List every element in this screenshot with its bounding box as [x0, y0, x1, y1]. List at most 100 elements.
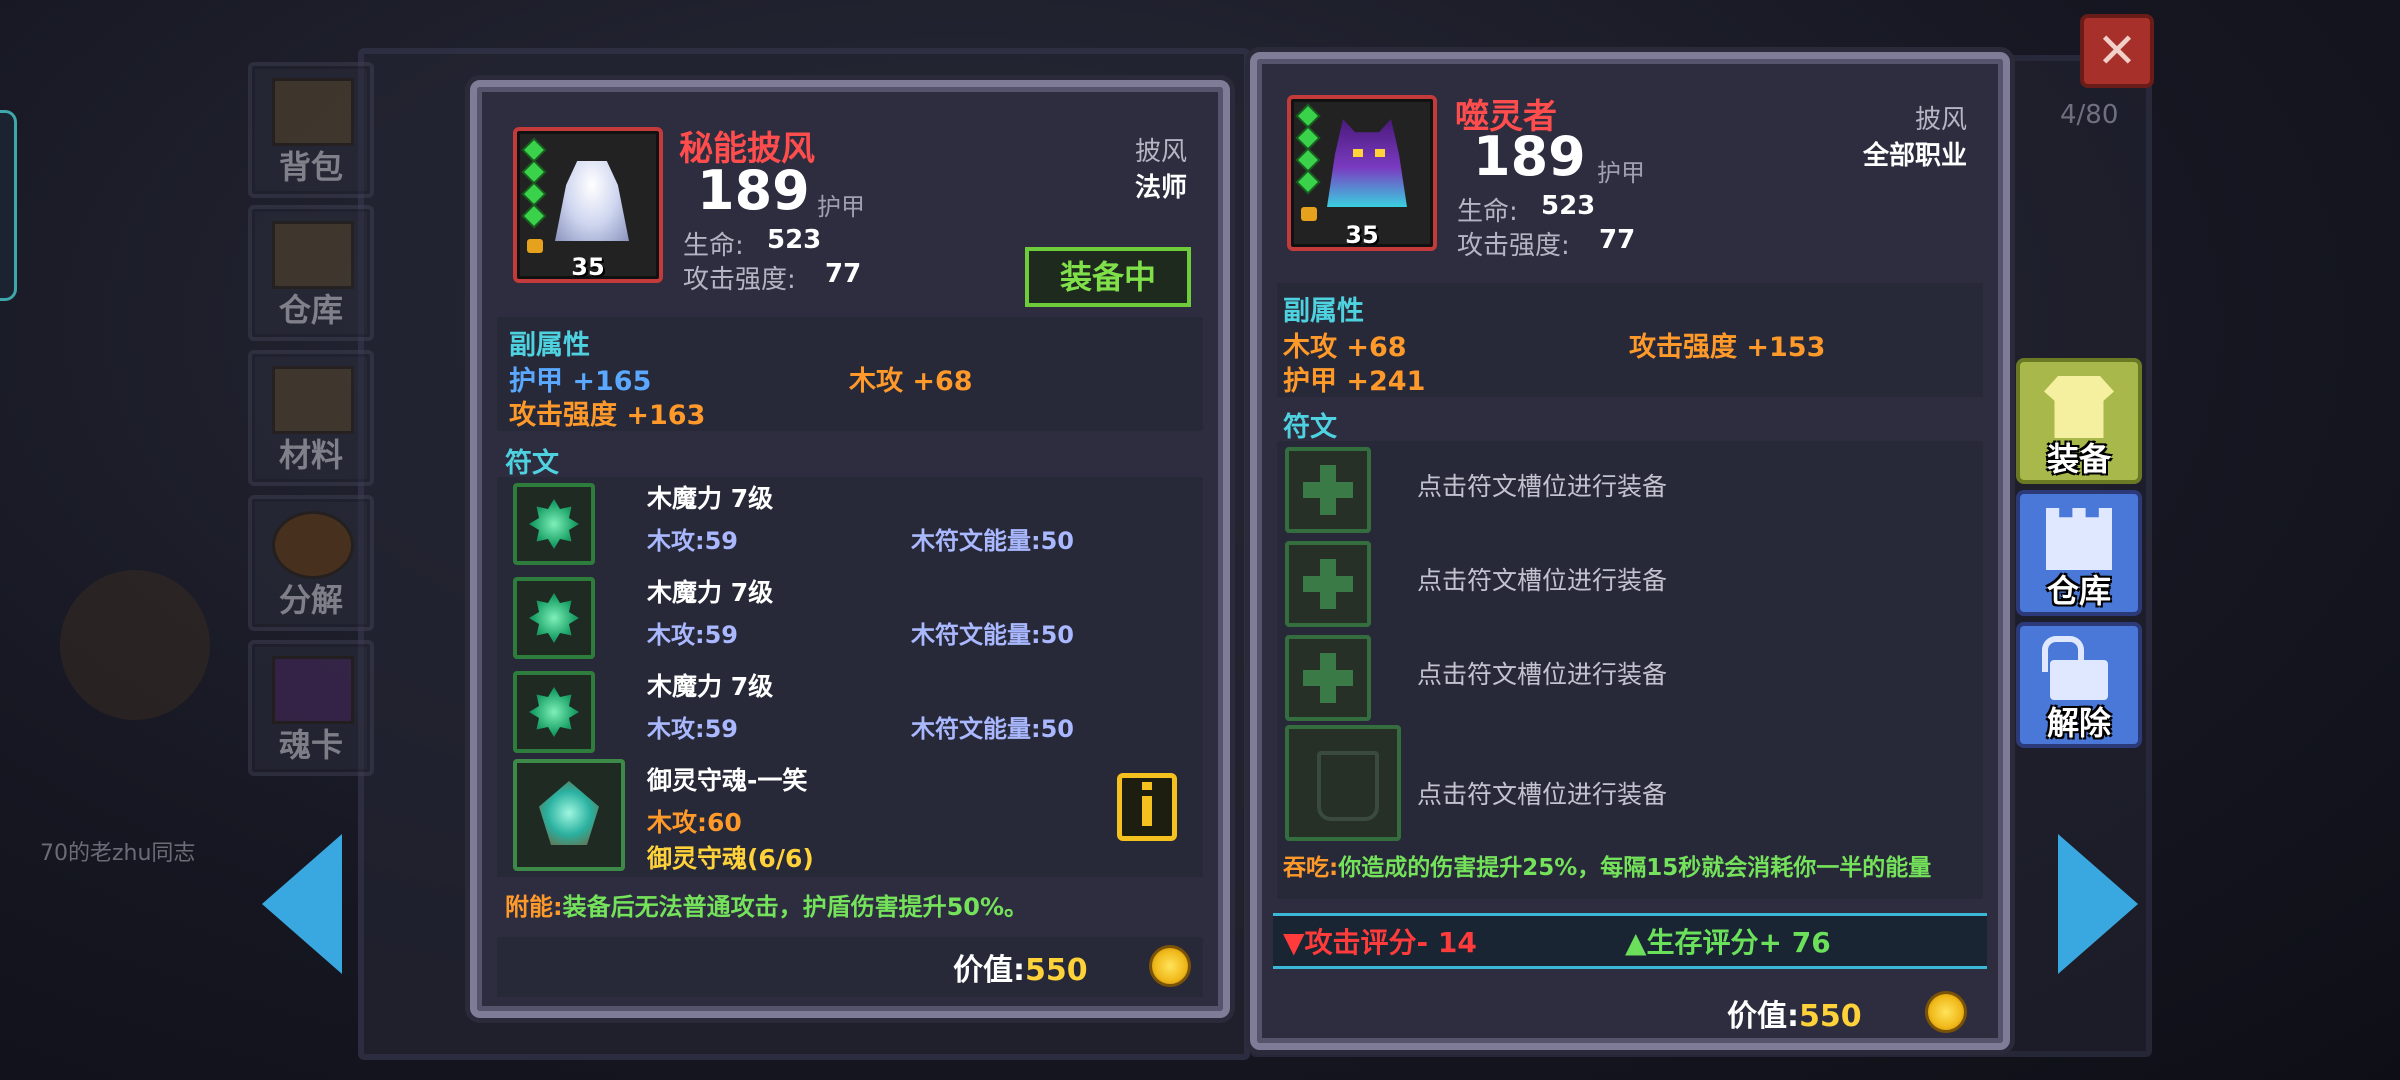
attack-score: ▼攻击评分- 14 [1283, 921, 1477, 961]
slot-hint: 点击符文槽位进行装备 [1417, 780, 1668, 809]
item-level: 35 [1345, 221, 1379, 249]
nav-label: 仓库 [278, 291, 343, 329]
unequip-button-label: 解除 [2046, 704, 2111, 742]
coin-icon [1925, 991, 1967, 1033]
equip-button-label: 装备 [2046, 440, 2111, 478]
survive-score-text: 生存评分+ 76 [1646, 926, 1831, 959]
next-arrow-icon[interactable] [2058, 834, 2138, 974]
slot-hint: 点击符文槽位进行装备 [1417, 472, 1668, 501]
nav-backpack[interactable]: 背包 [248, 62, 374, 198]
attack-score-text: 攻击评分- 14 [1304, 926, 1477, 959]
empty-rune-slot-2[interactable] [1285, 541, 1371, 627]
gem-icon [524, 206, 544, 226]
equipped-badge: 装备中 [1025, 247, 1191, 307]
item-level: 35 [571, 253, 605, 281]
gem-icon [1298, 128, 1318, 148]
price-label: 价值: [953, 953, 1025, 988]
devour-line: 吞吃:你造成的伤害提升25%，每隔15秒就会消耗你一半的能量 [1283, 855, 1973, 881]
soul-name: 御灵守魂-一笑 [647, 766, 808, 795]
rune-name: 木魔力 7级 [647, 672, 774, 701]
info-icon-dot [1142, 782, 1152, 790]
sub-stats-title: 副属性 [509, 330, 590, 361]
nav-materials[interactable]: 材料 [248, 350, 374, 486]
devour-label: 吞吃: [1283, 855, 1339, 881]
gem-icon [524, 184, 544, 204]
eye-icon [1353, 149, 1363, 157]
soul-set: 御灵守魂(6/6) [647, 844, 814, 873]
life-label: 生命: [1457, 197, 1518, 227]
cape-icon [555, 161, 629, 241]
rune-slot-3[interactable] [513, 671, 595, 753]
wood-rune-icon [529, 593, 579, 643]
rune-energy: 木符文能量:50 [911, 621, 1074, 649]
item-main-value: 189 [1473, 125, 1586, 188]
info-icon[interactable] [1117, 773, 1177, 841]
background-avatar [60, 570, 210, 720]
item-category: 披风 [1134, 137, 1187, 167]
warehouse-button[interactable]: 仓库 [2016, 490, 2142, 616]
equipped-item-card: 35 秘能披风 189 护甲 披风 法师 生命: 523 攻击强度: 77 装备… [470, 80, 1230, 1018]
rune-name: 木魔力 7级 [647, 484, 774, 513]
page-count: 4/80 [2060, 100, 2119, 130]
rune-energy: 木符文能量:50 [911, 527, 1074, 555]
price-line: 价值:550 [953, 945, 1088, 989]
item-class: 法师 [1134, 173, 1187, 203]
sub-stats-title: 副属性 [1283, 296, 1364, 327]
item-category: 披风 [1914, 105, 1967, 135]
slot-hint: 点击符文槽位进行装备 [1417, 660, 1668, 689]
equip-button[interactable]: 装备 [2016, 358, 2142, 484]
unlock-shackle-icon [2042, 636, 2084, 672]
nav-decompose[interactable]: 分解 [248, 495, 374, 631]
decompose-icon [272, 511, 354, 579]
rune-stat: 木攻:59 [647, 715, 738, 743]
warehouse-icon [272, 221, 354, 289]
item-icon-frame: 35 [1287, 95, 1437, 251]
down-arrow-icon: ▼ [1283, 926, 1305, 959]
lock-icon [1301, 207, 1317, 221]
close-button[interactable]: ✕ [2080, 14, 2154, 88]
empty-rune-slot-1[interactable] [1285, 447, 1371, 533]
price-label: 价值: [1727, 999, 1799, 1034]
soul-gem-icon [539, 781, 599, 845]
unequip-button[interactable]: 解除 [2016, 622, 2142, 748]
rune-energy: 木符文能量:50 [911, 715, 1074, 743]
rune-title: 符文 [1283, 412, 1337, 443]
plus-icon [1303, 576, 1353, 592]
soul-slot[interactable] [513, 759, 625, 871]
sub-stat: 护甲 +241 [1283, 366, 1426, 397]
gem-icon [524, 162, 544, 182]
rune-stat: 木攻:59 [647, 527, 738, 555]
nav-soul-card[interactable]: 魂卡 [248, 640, 374, 776]
sub-stat: 攻击强度 +153 [1629, 332, 1826, 363]
sub-stat: 攻击强度 +163 [509, 400, 706, 431]
warehouse-button-label: 仓库 [2046, 572, 2111, 610]
prev-arrow-icon[interactable] [262, 834, 342, 974]
soul-eater-cape-icon [1327, 119, 1407, 207]
lock-icon [527, 239, 543, 253]
price-value: 550 [1799, 999, 1862, 1034]
soul-stat: 木攻:60 [647, 808, 742, 837]
empty-soul-slot[interactable] [1285, 725, 1401, 841]
slot-hint: 点击符文槽位进行装备 [1417, 566, 1668, 595]
rune-slot-2[interactable] [513, 577, 595, 659]
nav-warehouse[interactable]: 仓库 [248, 205, 374, 341]
rune-stat: 木攻:59 [647, 621, 738, 649]
enchant-label: 附能: [505, 893, 563, 921]
gem-icon [524, 140, 544, 160]
nav-label: 背包 [278, 148, 343, 186]
atk-label: 攻击强度: [1457, 231, 1570, 261]
soul-silhouette-icon [1317, 751, 1379, 821]
price-value: 550 [1025, 953, 1088, 988]
left-edge-tab[interactable] [0, 110, 17, 301]
enchant-text: 装备后无法普通攻击，护盾伤害提升50%。 [562, 893, 1029, 921]
up-arrow-icon: ▲ [1625, 926, 1647, 959]
empty-rune-slot-3[interactable] [1285, 635, 1371, 721]
enchant-line: 附能:装备后无法普通攻击，护盾伤害提升50%。 [505, 887, 1028, 922]
rune-slot-1[interactable] [513, 483, 595, 565]
wood-rune-icon [529, 687, 579, 737]
soul-card-icon [272, 656, 354, 724]
rune-title: 符文 [505, 448, 559, 479]
atk-label: 攻击强度: [683, 265, 796, 295]
compare-item-card: 35 噬灵者 189 护甲 披风 全部职业 生命: 523 攻击强度: 77 副… [1250, 52, 2010, 1050]
item-icon-frame: 35 [513, 127, 663, 283]
